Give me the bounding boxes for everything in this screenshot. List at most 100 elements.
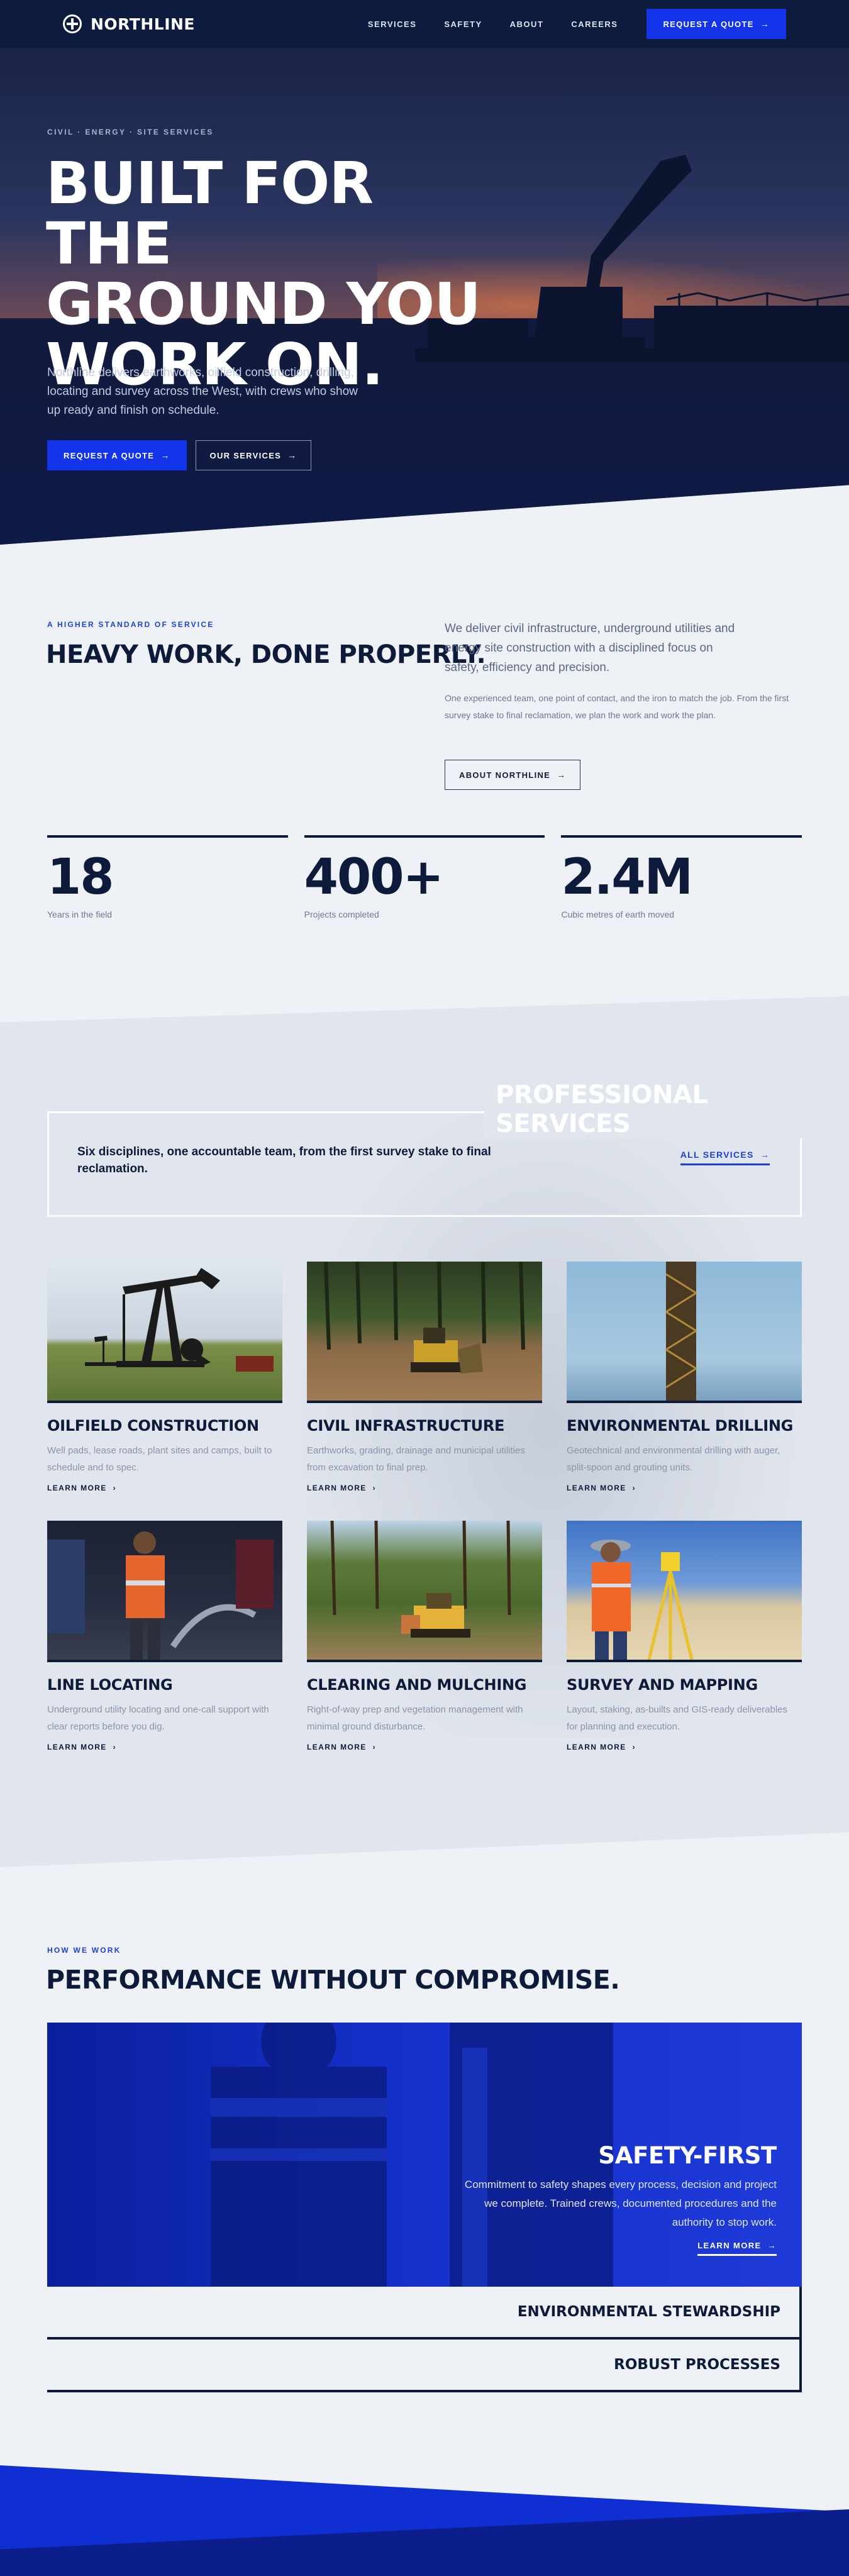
bulldozer-illustration: [324, 1262, 525, 1374]
stat-value: 400+: [304, 849, 444, 906]
service-card-locating[interactable]: LINE LOCATING Underground utility locati…: [47, 1521, 282, 1753]
chevron-right-icon: ›: [372, 1484, 377, 1492]
learn-more-link[interactable]: LEARN MORE ›: [47, 1484, 116, 1492]
learn-more-label: LEARN MORE: [307, 1743, 367, 1752]
stat-label: Years in the field: [47, 909, 112, 919]
learn-more-link[interactable]: LEARN MORE ›: [307, 1743, 376, 1752]
stat-years: 18 Years in the field: [47, 835, 288, 919]
all-services-link[interactable]: ALL SERVICES →: [680, 1150, 770, 1165]
card-title: ENVIRONMENTAL DRILLING: [567, 1417, 794, 1435]
stat-earth-moved: 2.4M Cubic metres of earth moved: [561, 835, 802, 919]
arrow-right-icon: →: [767, 2241, 777, 2250]
learn-more-label: LEARN MORE: [567, 1743, 626, 1752]
stat-projects: 400+ Projects completed: [304, 835, 545, 919]
chevron-right-icon: ›: [113, 1484, 117, 1492]
safety-learn-more-label: LEARN MORE: [697, 2241, 762, 2250]
nav-link-about[interactable]: ABOUT: [510, 19, 544, 29]
service-card-oilfield[interactable]: OILFIELD CONSTRUCTION Well pads, lease r…: [47, 1262, 282, 1494]
chevron-right-icon: ›: [113, 1743, 117, 1752]
card-description: Well pads, lease roads, plant sites and …: [47, 1445, 272, 1473]
services-intro: Six disciplines, one accountable team, f…: [77, 1145, 491, 1175]
stat-label: Projects completed: [304, 909, 379, 919]
nav-link-safety[interactable]: SAFETY: [444, 19, 482, 29]
stat-label: Cubic metres of earth moved: [561, 909, 675, 919]
service-card-drilling[interactable]: ENVIRONMENTAL DRILLING Geotechnical and …: [567, 1262, 802, 1494]
nav-links: SERVICES SAFETY ABOUT CAREERS: [368, 19, 618, 29]
safety-panel: SAFETY-FIRST Commitment to safety shapes…: [47, 2023, 802, 2287]
locating-image: [47, 1521, 282, 1662]
learn-more-label: LEARN MORE: [567, 1484, 626, 1492]
arrow-right-icon: →: [760, 19, 770, 29]
logo-text: NORTHLINE: [91, 14, 196, 33]
clearing-image: [307, 1521, 542, 1662]
chevron-right-icon: ›: [632, 1484, 636, 1492]
mulcher-illustration: [330, 1521, 511, 1638]
about-button-label: ABOUT NORTHLINE: [459, 770, 551, 780]
card-title: LINE LOCATING: [47, 1676, 173, 1694]
services-heading: PROFESSIONAL SERVICES: [484, 1080, 849, 1138]
arrow-right-icon: →: [287, 450, 297, 460]
about-body: One experienced team, one point of conta…: [445, 693, 789, 720]
drilling-image: [567, 1262, 802, 1403]
about-button[interactable]: ABOUT NORTHLINE →: [445, 760, 581, 790]
drill-rig-illustration: [665, 1262, 697, 1401]
oilfield-image: [47, 1262, 282, 1403]
nav-quote-button[interactable]: REQUEST A QUOTE →: [646, 9, 786, 39]
learn-more-label: LEARN MORE: [307, 1484, 367, 1492]
about-lead: We deliver civil infrastructure, undergr…: [445, 622, 735, 674]
hero-title-line-2: GROUND YOU: [46, 270, 481, 338]
surveyor-illustration: [591, 1540, 694, 1660]
nav-link-careers[interactable]: CAREERS: [571, 19, 618, 29]
hero-text: Northline delivers earthworks, oilfield …: [47, 366, 358, 417]
learn-more-link[interactable]: LEARN MORE ›: [567, 1484, 636, 1492]
accordion-environmental-stewardship[interactable]: ENVIRONMENTAL STEWARDSHIP: [47, 2287, 802, 2340]
card-title: OILFIELD CONSTRUCTION: [47, 1417, 259, 1435]
safety-text: Commitment to safety shapes every proces…: [464, 2179, 777, 2228]
chevron-right-icon: ›: [632, 1743, 636, 1752]
service-card-clearing[interactable]: CLEARING AND MULCHING Right-of-way prep …: [307, 1521, 542, 1753]
performance-eyebrow: HOW WE WORK: [47, 1946, 121, 1955]
accordion-label: ROBUST PROCESSES: [614, 2357, 780, 2373]
safety-title: SAFETY-FIRST: [598, 2142, 777, 2169]
pumpjack-illustration: [85, 1268, 274, 1372]
learn-more-label: LEARN MORE: [47, 1484, 107, 1492]
accordion-label: ENVIRONMENTAL STEWARDSHIP: [517, 2304, 780, 2320]
hero-quote-label: REQUEST A QUOTE: [64, 450, 155, 460]
service-card-survey[interactable]: SURVEY AND MAPPING Layout, staking, as-b…: [567, 1521, 802, 1753]
stat-value: 2.4M: [561, 849, 693, 906]
safety-content: SAFETY-FIRST Commitment to safety shapes…: [450, 2142, 777, 2256]
accordion-robust-processes[interactable]: ROBUST PROCESSES: [47, 2340, 802, 2392]
card-title: CIVIL INFRASTRUCTURE: [307, 1417, 505, 1435]
nav-quote-label: REQUEST A QUOTE: [663, 19, 754, 29]
about-title: HEAVY WORK, DONE PROPERLY.: [46, 640, 486, 669]
civil-image: [307, 1262, 542, 1403]
performance-title: PERFORMANCE WITHOUT COMPROMISE.: [46, 1965, 620, 1995]
stat-value: 18: [47, 849, 114, 906]
hero-title-line-1: BUILT FOR THE: [46, 150, 374, 277]
hero-buttons: REQUEST A QUOTE → OUR SERVICES →: [47, 440, 312, 470]
top-nav: NORTHLINE SERVICES SAFETY ABOUT CAREERS …: [0, 0, 849, 48]
service-card-civil[interactable]: CIVIL INFRASTRUCTURE Earthworks, grading…: [307, 1262, 542, 1494]
arrow-right-icon: →: [160, 450, 170, 460]
card-title: SURVEY AND MAPPING: [567, 1676, 758, 1694]
learn-more-link[interactable]: LEARN MORE ›: [47, 1743, 116, 1752]
safety-learn-more-link[interactable]: LEARN MORE →: [697, 2241, 777, 2256]
hero-section: CIVIL · ENERGY · SITE SERVICES BUILT FOR…: [0, 48, 849, 545]
chevron-right-icon: ›: [372, 1743, 377, 1752]
arrow-right-icon: →: [557, 770, 567, 780]
hero-eyebrow: CIVIL · ENERGY · SITE SERVICES: [47, 128, 214, 136]
hero-services-button[interactable]: OUR SERVICES →: [195, 440, 312, 470]
worker-illustration: [47, 1531, 274, 1660]
card-description: Geotechnical and environmental drilling …: [567, 1445, 780, 1473]
nav-link-services[interactable]: SERVICES: [368, 19, 417, 29]
learn-more-link[interactable]: LEARN MORE ›: [307, 1484, 376, 1492]
logo[interactable]: NORTHLINE: [63, 14, 195, 33]
card-description: Layout, staking, as-builts and GIS-ready…: [567, 1704, 788, 1732]
card-description: Earthworks, grading, drainage and munici…: [307, 1445, 525, 1473]
about-eyebrow: A HIGHER STANDARD OF SERVICE: [47, 620, 214, 629]
learn-more-link[interactable]: LEARN MORE ›: [567, 1743, 636, 1752]
hero-title: BUILT FOR THE GROUND YOU WORK ON.: [46, 153, 486, 395]
hero-services-label: OUR SERVICES: [209, 450, 282, 460]
hero-quote-button[interactable]: REQUEST A QUOTE →: [47, 440, 187, 470]
card-description: Right-of-way prep and vegetation managem…: [307, 1704, 523, 1732]
